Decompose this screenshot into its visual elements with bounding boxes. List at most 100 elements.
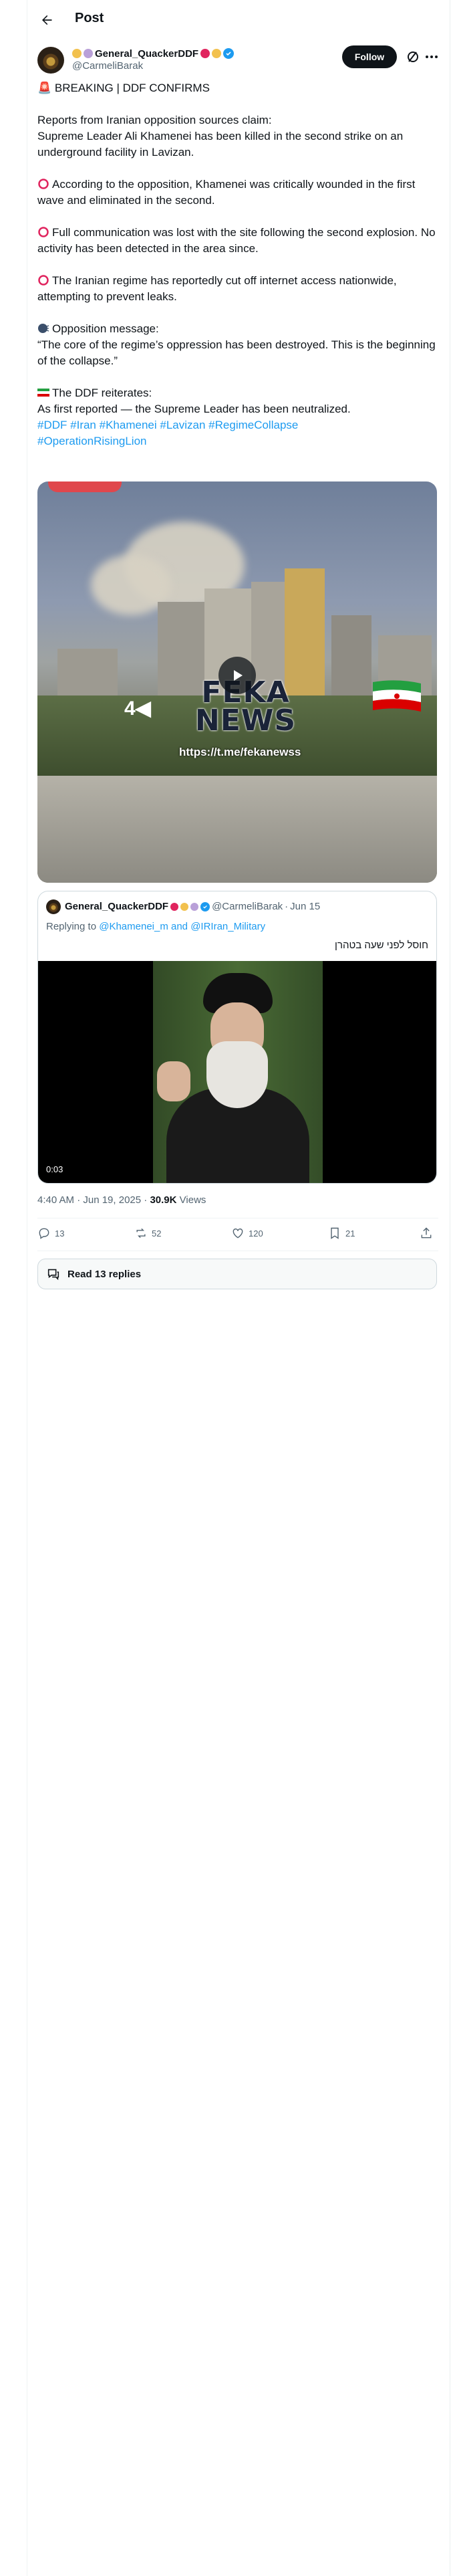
post-paragraph: According to the opposition, Khamenei wa… — [37, 177, 438, 209]
circle-emoji-icon — [200, 49, 210, 58]
hashtag-link[interactable]: #RegimeCollapse — [208, 419, 298, 431]
figure-beard — [206, 1041, 268, 1108]
post-paragraph: Reports from Iranian opposition sources … — [37, 112, 438, 160]
hashtag-link[interactable]: #DDF — [37, 419, 67, 431]
hashtag-link[interactable]: #Iran — [70, 419, 96, 431]
hashtag-link[interactable]: #Lavizan — [160, 419, 205, 431]
like-icon — [233, 1228, 243, 1239]
author-name[interactable]: General_QuackerDDF — [95, 48, 198, 60]
quoted-date: Jun 15 — [290, 901, 321, 912]
post-line: According to the opposition, Khamenei wa… — [37, 178, 416, 207]
bookmark-button[interactable]: 21 — [328, 1226, 355, 1240]
circle-emoji-icon — [212, 49, 222, 58]
grok-icon[interactable] — [405, 49, 421, 65]
post-line: As first reported — the Supreme Leader h… — [37, 403, 351, 415]
post-column: Post General_QuackerDDF @CarmeliBarak Fo… — [27, 0, 449, 2576]
post-line: Supreme Leader Ali Khamenei has been kil… — [37, 130, 404, 158]
replying-to-handles[interactable]: @Khamenei_m and @IRIran_Military — [99, 921, 265, 932]
building — [331, 615, 371, 695]
author-handle[interactable]: @CarmeliBarak — [72, 60, 143, 72]
foreground-buildings — [37, 776, 437, 883]
watermark-logo-line: NEWS — [195, 704, 297, 738]
video-red-tag — [48, 481, 122, 492]
post-paragraph: The DDF reiterates: As first reported — … — [37, 385, 438, 417]
post-line: The Iranian regime has reportedly cut of… — [37, 274, 397, 303]
video-player[interactable]: 4◀ FEKA NEWS https://t.me/fekanewss — [37, 481, 437, 883]
figure-fist — [157, 1061, 190, 1101]
circle-emoji-icon — [190, 902, 199, 911]
repost-count: 52 — [152, 1228, 162, 1239]
verified-icon — [200, 901, 210, 911]
reply-button[interactable]: 13 — [37, 1226, 64, 1240]
read-replies-button[interactable]: Read 13 replies — [37, 1259, 437, 1289]
post-line: Full communication was lost with the sit… — [37, 226, 436, 255]
chat-bubbles-icon — [47, 1269, 59, 1281]
quoted-post[interactable]: General_QuackerDDF @CarmeliBarak · Jun 1… — [37, 891, 437, 1184]
bookmark-count: 21 — [345, 1228, 355, 1239]
post-meta: 4:40 AM · Jun 19, 2025 · 30.9K Views — [37, 1194, 206, 1206]
quoted-author-name: General_QuackerDDF — [65, 901, 169, 912]
share-icon — [421, 1227, 432, 1239]
play-button[interactable] — [218, 657, 256, 694]
iran-flag-icon — [37, 389, 49, 397]
quoted-author-row: General_QuackerDDF @CarmeliBarak · Jun 1… — [65, 901, 320, 912]
repost-icon — [136, 1228, 146, 1239]
page-title: Post — [75, 11, 104, 25]
page-header: Post — [27, 0, 449, 40]
post-paragraph: Full communication was lost with the sit… — [37, 225, 438, 257]
like-button[interactable]: 120 — [231, 1226, 263, 1240]
verified-icon — [223, 48, 235, 59]
quoted-handle: @CarmeliBarak — [212, 901, 283, 912]
left-sidebar-edge — [0, 0, 27, 2576]
quoted-avatar — [46, 899, 61, 914]
follow-button[interactable]: Follow — [342, 45, 397, 68]
reply-icon — [39, 1228, 49, 1239]
red-circle-icon — [38, 179, 49, 189]
iran-flag-icon — [373, 680, 421, 712]
post-line: The DDF reiterates: — [52, 387, 152, 399]
views-count: 30.9K — [150, 1194, 177, 1206]
back-button[interactable] — [35, 8, 59, 32]
avatar[interactable] — [37, 47, 64, 74]
circle-emoji-icon — [72, 49, 82, 58]
play-icon — [234, 670, 243, 681]
post-headline: 🚨 BREAKING | DDF CONFIRMS — [37, 82, 210, 94]
post-text: 🚨 BREAKING | DDF CONFIRMS Reports from I… — [37, 80, 438, 449]
post-timestamp[interactable]: 4:40 AM · Jun 19, 2025 · — [37, 1194, 147, 1206]
video-duration: 0:03 — [46, 1164, 63, 1174]
quoted-video[interactable]: 0:03 — [38, 961, 436, 1183]
separator: · — [285, 901, 289, 912]
back-arrow-icon — [42, 15, 52, 25]
quoted-text: חוסל לפני שעה בטהרן — [335, 940, 428, 951]
circle-emoji-icon — [170, 902, 179, 911]
share-button[interactable] — [420, 1226, 433, 1240]
post-paragraph: Opposition message: “The core of the reg… — [37, 321, 438, 369]
building — [285, 568, 325, 695]
quoted-replying-to: Replying to @Khamenei_m and @IRIran_Mili… — [46, 921, 265, 932]
watermark-url: https://t.me/fekanewss — [179, 746, 301, 758]
hashtags: #DDF #Iran #Khamenei #Lavizan #RegimeCol… — [37, 417, 438, 449]
speaking-head-icon — [38, 324, 49, 333]
bookmark-icon — [331, 1227, 339, 1239]
video-thumbnail — [153, 961, 323, 1183]
action-bar: 13 52 120 21 — [37, 1218, 438, 1251]
red-circle-icon — [38, 275, 49, 286]
author-name-row: General_QuackerDDF — [72, 47, 235, 60]
hashtag-link[interactable]: #Khamenei — [100, 419, 157, 431]
more-icon[interactable] — [424, 49, 440, 65]
post-line: Opposition message: — [52, 322, 159, 335]
post-line: Reports from Iranian opposition sources … — [37, 114, 272, 126]
post-paragraph: The Iranian regime has reportedly cut of… — [37, 273, 438, 305]
replying-prefix: Replying to — [46, 921, 97, 932]
building — [57, 649, 118, 695]
circle-emoji-icon — [84, 49, 93, 58]
repost-button[interactable]: 52 — [134, 1226, 161, 1240]
circle-emoji-icon — [180, 902, 189, 911]
reply-count: 13 — [55, 1228, 65, 1239]
hashtag-link[interactable]: #OperationRisingLion — [37, 435, 147, 447]
watermark-mark: 4◀ — [124, 697, 151, 720]
views-label: Views — [179, 1194, 206, 1206]
post-line: “The core of the regime’s oppression has… — [37, 338, 436, 367]
like-count: 120 — [249, 1228, 263, 1239]
read-replies-label: Read 13 replies — [67, 1268, 142, 1280]
